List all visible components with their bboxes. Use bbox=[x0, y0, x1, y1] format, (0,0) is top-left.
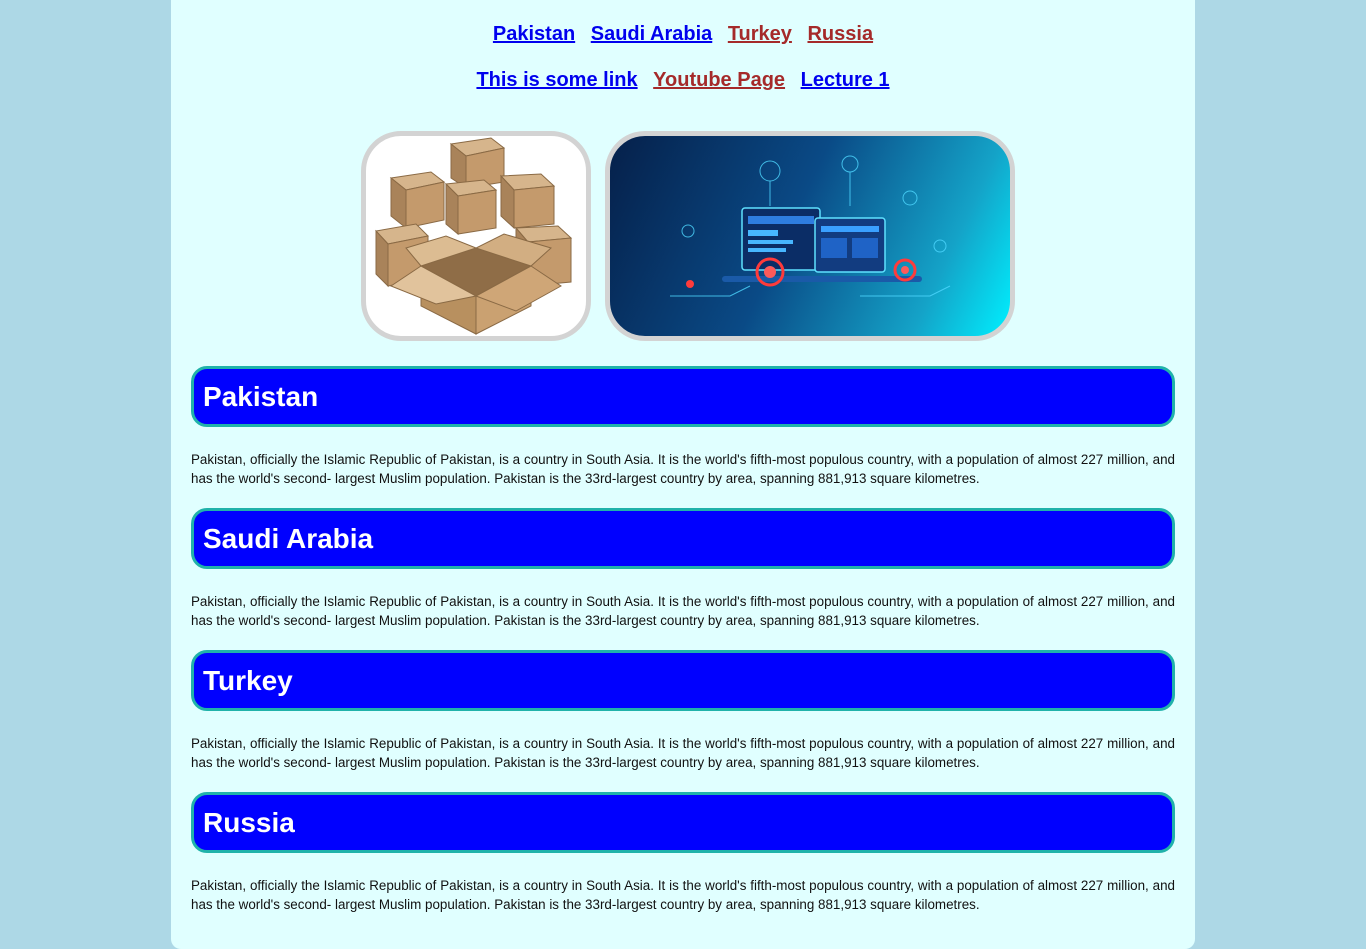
section-text-pakistan: Pakistan, officially the Islamic Republi… bbox=[191, 452, 1175, 486]
web-development-illustration-image bbox=[605, 131, 1015, 341]
nav-link-saudi-arabia[interactable]: Saudi Arabia bbox=[591, 23, 713, 45]
image-gallery bbox=[361, 131, 1015, 341]
nav-link-pakistan[interactable]: Pakistan bbox=[493, 23, 575, 45]
some-link[interactable]: This is some link bbox=[476, 69, 637, 91]
section-heading-russia: Russia bbox=[191, 792, 1175, 853]
cardboard-boxes-image bbox=[361, 131, 591, 341]
cardboard-boxes-illustration bbox=[375, 137, 573, 335]
youtube-page-link[interactable]: Youtube Page bbox=[653, 69, 785, 91]
country-nav: Pakistan Saudi Arabia Turkey Russia bbox=[171, 22, 1195, 46]
section-heading-saudi-arabia: Saudi Arabia bbox=[191, 508, 1175, 569]
section-heading-turkey: Turkey bbox=[191, 650, 1175, 711]
lecture-1-link[interactable]: Lecture 1 bbox=[801, 69, 890, 91]
nav-link-turkey[interactable]: Turkey bbox=[728, 23, 792, 45]
tech-dashboard-illustration bbox=[670, 155, 951, 297]
content-container: Pakistan Saudi Arabia Turkey Russia This… bbox=[171, 0, 1195, 949]
section-text-saudi-arabia: Pakistan, officially the Islamic Republi… bbox=[191, 594, 1175, 628]
section-text-turkey: Pakistan, officially the Islamic Republi… bbox=[191, 736, 1175, 770]
nav-link-russia[interactable]: Russia bbox=[807, 23, 873, 45]
section-heading-pakistan: Pakistan bbox=[191, 366, 1175, 427]
extra-links-nav: This is some link Youtube Page Lecture 1 bbox=[171, 68, 1195, 92]
section-text-russia: Pakistan, officially the Islamic Republi… bbox=[191, 878, 1175, 912]
